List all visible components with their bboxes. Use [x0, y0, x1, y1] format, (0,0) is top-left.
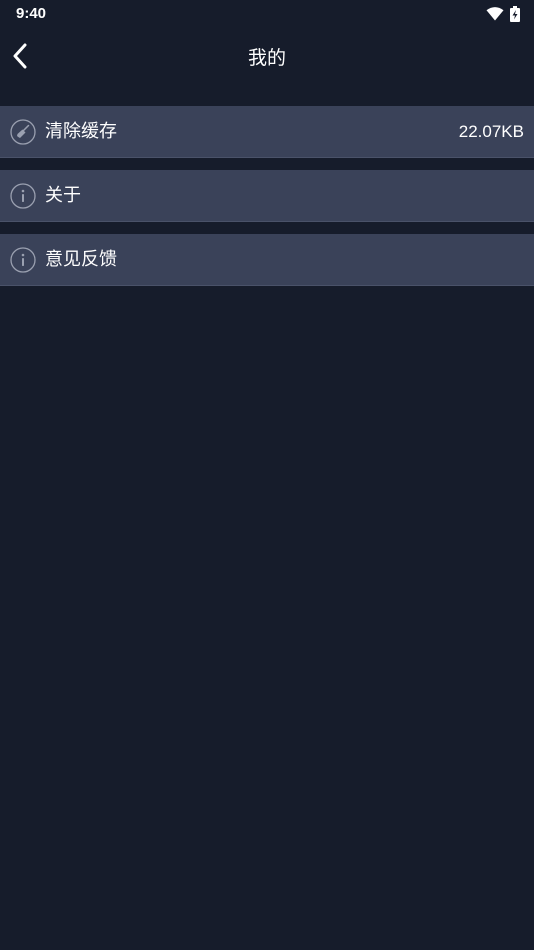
- clear-cache-row[interactable]: 清除缓存 22.07KB: [0, 106, 534, 158]
- feedback-label: 意见反馈: [45, 249, 117, 270]
- status-bar: 9:40: [0, 0, 534, 28]
- info-icon: [10, 247, 36, 273]
- settings-list: 清除缓存 22.07KB 关于 意见反馈: [0, 106, 534, 298]
- clear-cache-label: 清除缓存: [45, 121, 117, 142]
- app-bar: 我的: [0, 28, 534, 88]
- cache-size-value: 22.07KB: [458, 122, 524, 141]
- info-icon: [10, 183, 36, 209]
- about-label: 关于: [45, 185, 81, 206]
- battery-charging-icon: [510, 6, 520, 22]
- feedback-row[interactable]: 意见反馈: [0, 234, 534, 286]
- about-row[interactable]: 关于: [0, 170, 534, 222]
- broom-icon: [10, 119, 36, 145]
- page-title: 我的: [247, 47, 286, 69]
- wifi-icon: [486, 7, 504, 21]
- status-icons: [486, 5, 520, 23]
- status-time: 9:40: [16, 5, 47, 22]
